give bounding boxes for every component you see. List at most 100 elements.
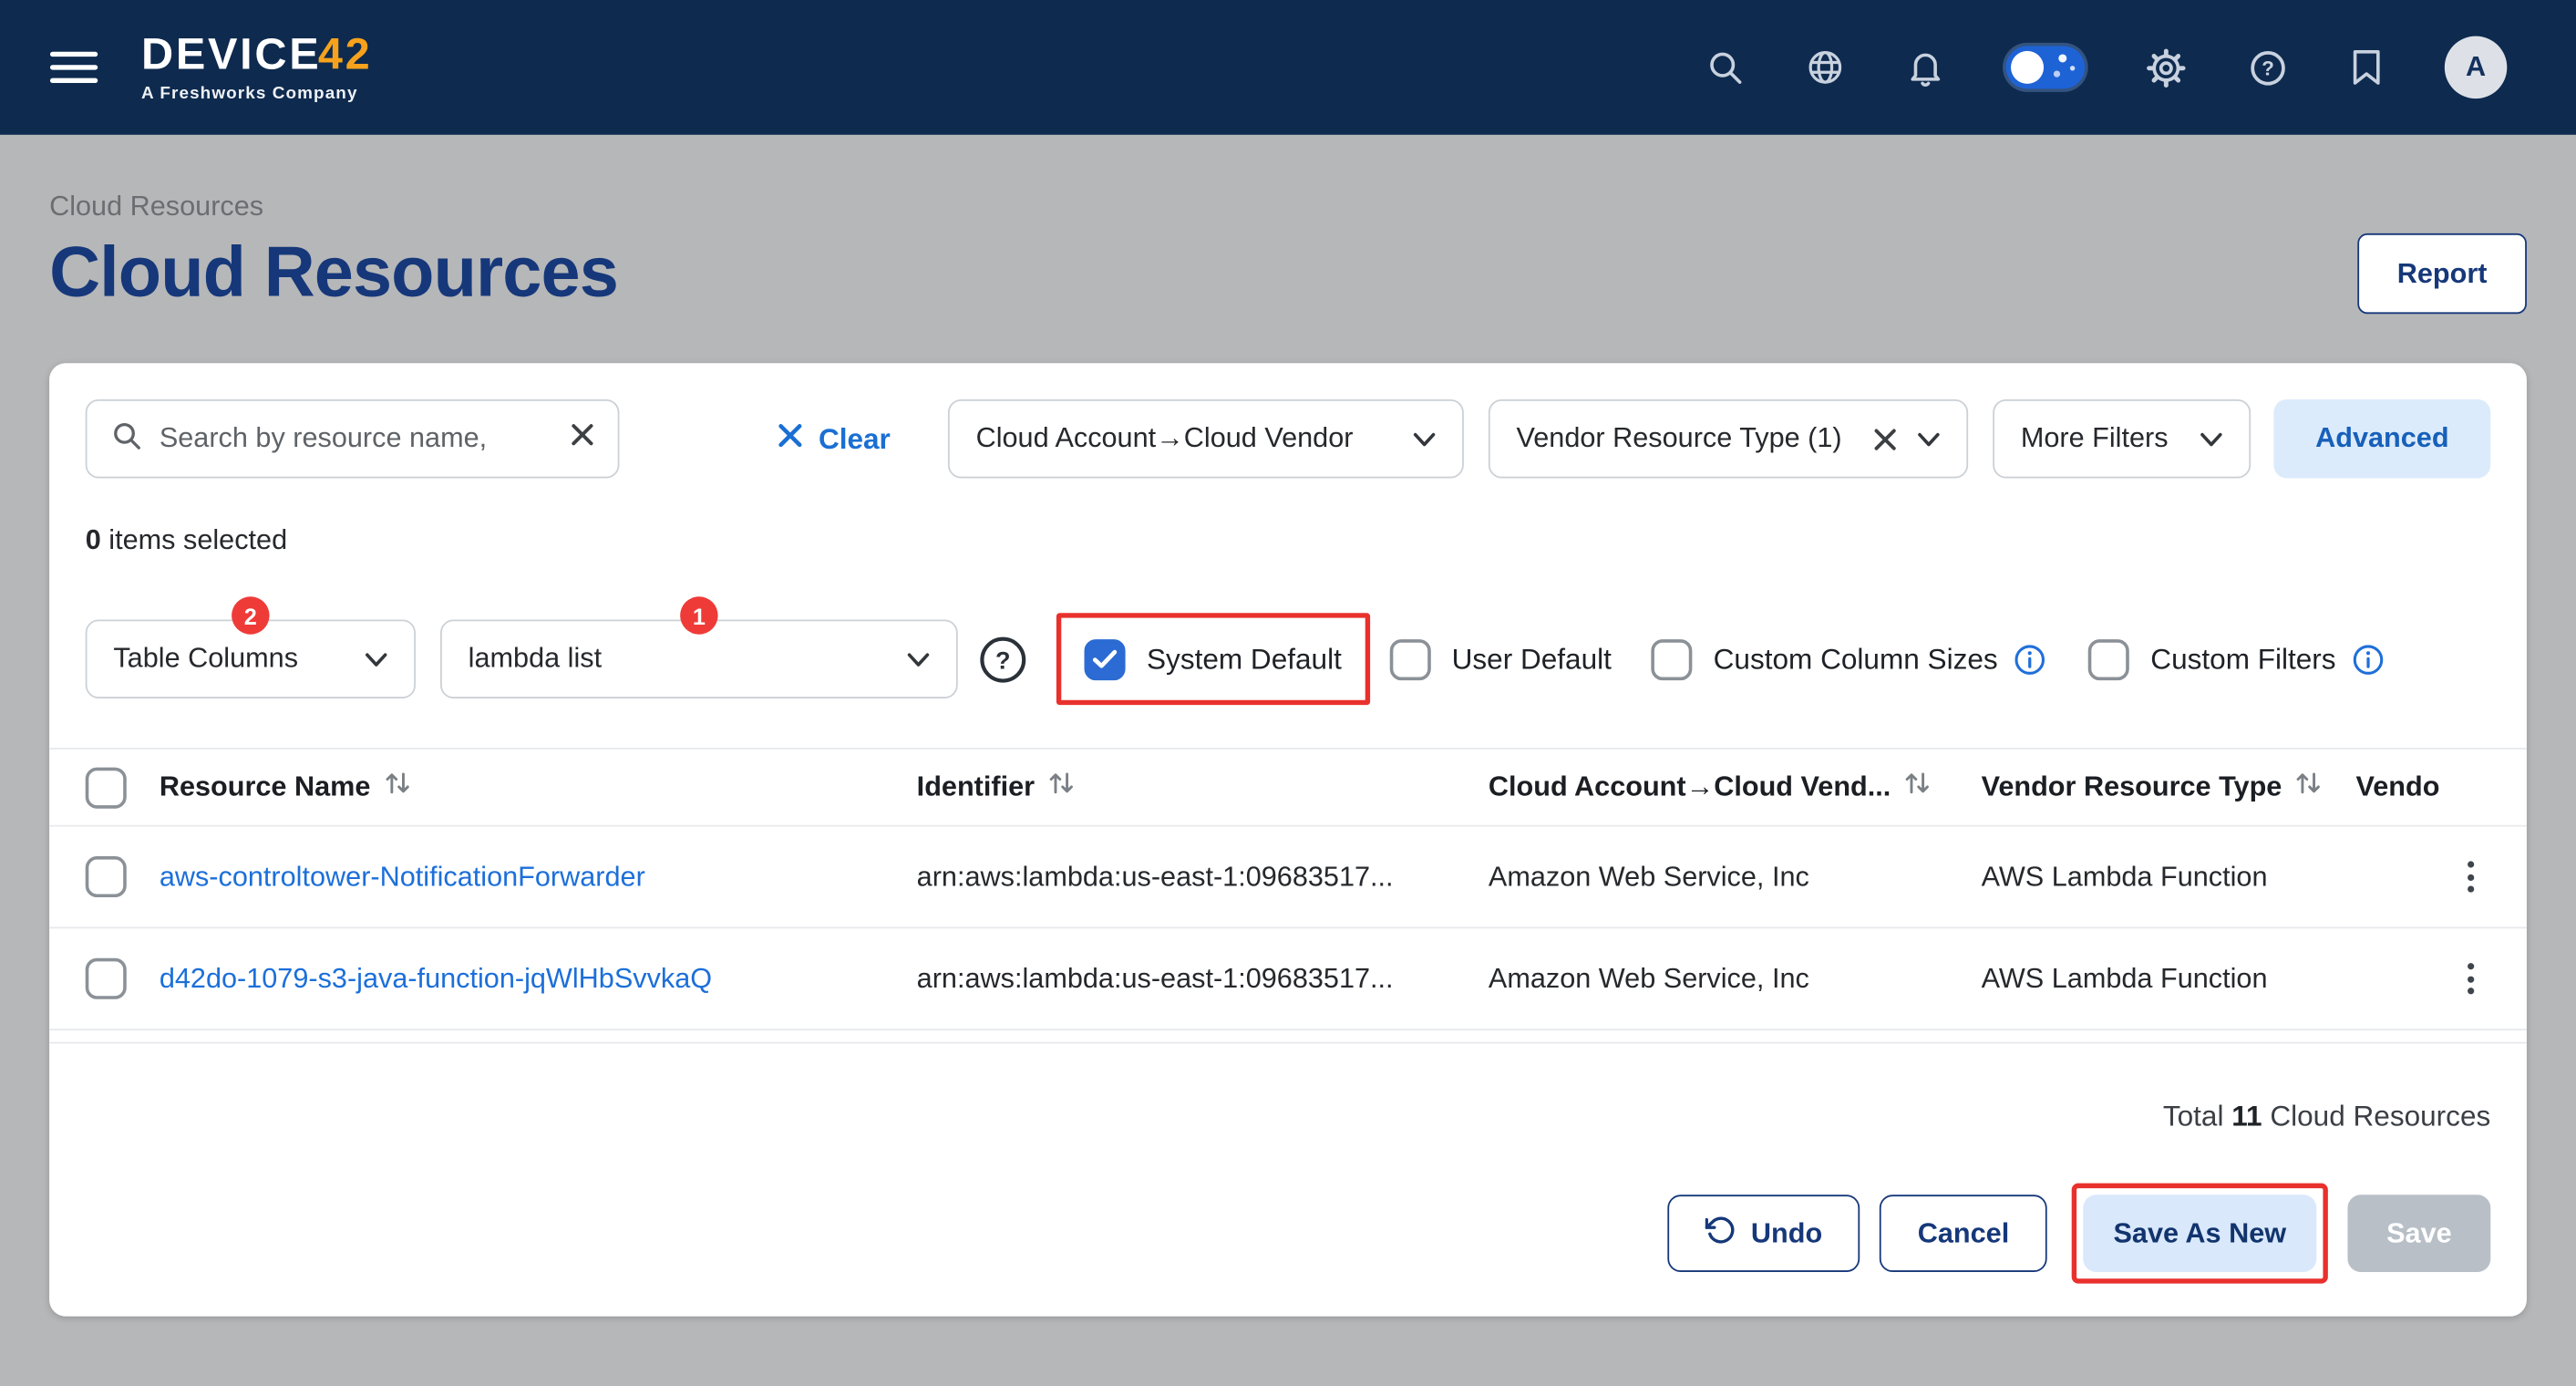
vendor-type-cell: AWS Lambda Function: [1982, 962, 2356, 995]
column-header-vendor-resource-type[interactable]: Vendor Resource Type: [1982, 771, 2356, 803]
row-checkbox[interactable]: [86, 856, 127, 897]
svg-text:?: ?: [995, 646, 1011, 674]
row-checkbox-cell: [86, 958, 160, 999]
sort-icon: [2295, 771, 2322, 803]
annotation-box-save-as-new: Save As New: [2072, 1184, 2328, 1284]
chevron-down-icon: [2200, 422, 2222, 455]
device42-logo[interactable]: DEVICE42 A Freshworks Company: [141, 32, 372, 102]
select-all-checkbox[interactable]: [86, 767, 127, 808]
more-filters-dropdown[interactable]: More Filters: [1993, 399, 2251, 479]
user-default-label: User Default: [1452, 642, 1612, 677]
column-header-identifier[interactable]: Identifier: [917, 771, 1489, 803]
undo-button[interactable]: Undo: [1667, 1195, 1860, 1272]
total-count-text: Total 11 Cloud Resources: [86, 1100, 2491, 1134]
info-icon[interactable]: [2353, 644, 2384, 675]
page-title: Cloud Resources: [49, 233, 618, 314]
row-checkbox-cell: [86, 856, 160, 897]
dropdown-value: More Filters: [2021, 422, 2200, 455]
dropdown-value: Table Columns: [113, 643, 365, 676]
advanced-button[interactable]: Advanced: [2273, 399, 2490, 479]
remove-filter-icon[interactable]: [1873, 427, 1898, 451]
search-icon[interactable]: [1705, 47, 1745, 87]
vendor-resource-type-dropdown[interactable]: Vendor Resource Type (1): [1489, 399, 1968, 479]
toggle-dot: [2054, 70, 2060, 77]
annotation-badge-1: 1: [680, 596, 717, 634]
column-header-vendor-truncated[interactable]: Vendo: [2355, 771, 2451, 803]
resource-name-link[interactable]: d42do-1079-s3-java-function-jqWlHbSvvkaQ: [160, 962, 712, 993]
dropdown-value: Cloud Account→Cloud Vendor: [976, 422, 1413, 455]
svg-text:?: ?: [2262, 57, 2274, 79]
title-row: Cloud Resources Report: [49, 233, 2527, 314]
theme-toggle[interactable]: [2006, 46, 2086, 88]
sort-icon: [1048, 771, 1075, 803]
row-checkbox[interactable]: [86, 958, 127, 999]
undo-icon: [1705, 1214, 1736, 1253]
cloud-account-vendor-dropdown[interactable]: Cloud Account→Cloud Vendor: [948, 399, 1464, 479]
search-box: [86, 399, 620, 479]
viewport: DEVICE42 A Freshworks Company: [0, 0, 2576, 1386]
system-default-checkbox[interactable]: [1085, 638, 1126, 679]
save-button[interactable]: Save: [2347, 1195, 2490, 1272]
navbar-right: ? A: [1705, 36, 2527, 98]
resource-name-link[interactable]: aws-controltower-NotificationForwarder: [160, 861, 645, 892]
cloud-resources-card: Clear Cloud Account→Cloud Vendor Vendor …: [49, 363, 2527, 1316]
custom-filters-label: Custom Filters: [2150, 642, 2335, 677]
toggle-dot: [2058, 54, 2066, 62]
header-checkbox-cell: [86, 767, 160, 808]
clear-label: Clear: [819, 421, 891, 456]
breadcrumb[interactable]: Cloud Resources: [49, 191, 2527, 223]
save-as-new-button[interactable]: Save As New: [2083, 1195, 2316, 1272]
selected-count: 0: [86, 524, 101, 555]
table-row: aws-controltower-NotificationForwarder a…: [49, 827, 2527, 929]
bell-icon[interactable]: [1906, 47, 1945, 87]
annotation-badge-2: 2: [232, 596, 269, 634]
info-icon[interactable]: [2014, 644, 2045, 675]
identifier-cell: arn:aws:lambda:us-east-1:09683517...: [917, 962, 1489, 995]
page-body: Cloud Resources Cloud Resources Report: [0, 191, 2576, 1317]
identifier-cell: arn:aws:lambda:us-east-1:09683517...: [917, 861, 1489, 894]
globe-icon[interactable]: [1806, 47, 1845, 87]
gear-icon[interactable]: [2146, 47, 2187, 88]
hamburger-menu-icon[interactable]: [49, 47, 98, 87]
custom-column-sizes-label: Custom Column Sizes: [1714, 642, 1998, 677]
user-avatar[interactable]: A: [2445, 36, 2507, 98]
chevron-down-icon: [1413, 422, 1436, 455]
search-input[interactable]: [160, 422, 554, 455]
view-controls-row: 2 Table Columns 1 lambda list: [86, 613, 2491, 705]
undo-label: Undo: [1751, 1217, 1822, 1250]
custom-column-sizes-checkbox[interactable]: [1651, 638, 1692, 679]
vendor-type-cell: AWS Lambda Function: [1982, 861, 2356, 894]
user-default-checkbox[interactable]: [1389, 638, 1430, 679]
system-default-label: System Default: [1147, 642, 1342, 677]
saved-view-wrap: 1 lambda list: [440, 619, 958, 698]
items-selected-text: 0 items selected: [86, 524, 2491, 557]
clear-search-icon[interactable]: [570, 422, 594, 455]
dropdown-value: lambda list: [469, 643, 907, 676]
chevron-down-icon: [365, 643, 387, 676]
top-navbar: DEVICE42 A Freshworks Company: [0, 0, 2576, 135]
toggle-knob: [2011, 51, 2044, 84]
custom-filters-group: Custom Filters: [2088, 638, 2384, 679]
table-columns-wrap: 2 Table Columns: [86, 619, 416, 698]
cloud-account-cell: Amazon Web Service, Inc: [1489, 861, 1982, 894]
row-actions-kebab-icon[interactable]: [2461, 957, 2481, 1001]
annotation-box-system-default: System Default: [1056, 613, 1370, 705]
help-icon[interactable]: ?: [2248, 47, 2289, 88]
clear-filters-link[interactable]: Clear: [778, 421, 891, 456]
row-actions-kebab-icon[interactable]: [2461, 854, 2481, 899]
toggle-dot: [2070, 66, 2075, 70]
column-header-resource-name[interactable]: Resource Name: [160, 771, 917, 803]
dropdown-value: Vendor Resource Type (1): [1517, 422, 1873, 455]
custom-filters-checkbox[interactable]: [2088, 638, 2129, 679]
column-header-cloud-account[interactable]: Cloud Account→Cloud Vend...: [1489, 771, 1982, 803]
chevron-down-icon: [1917, 422, 1940, 455]
bookmark-icon[interactable]: [2349, 47, 2384, 87]
partial-row: [49, 1030, 2527, 1043]
resources-table: Resource Name Identifier Cloud Account→C…: [49, 748, 2527, 1043]
cancel-button[interactable]: Cancel: [1880, 1195, 2046, 1272]
report-button[interactable]: Report: [2357, 233, 2527, 314]
footer-buttons-row: Undo Cancel Save As New Save: [86, 1184, 2491, 1284]
cloud-account-cell: Amazon Web Service, Inc: [1489, 962, 1982, 995]
logo-text: DEVICE42: [141, 32, 372, 77]
help-circle-icon[interactable]: ?: [979, 636, 1026, 683]
